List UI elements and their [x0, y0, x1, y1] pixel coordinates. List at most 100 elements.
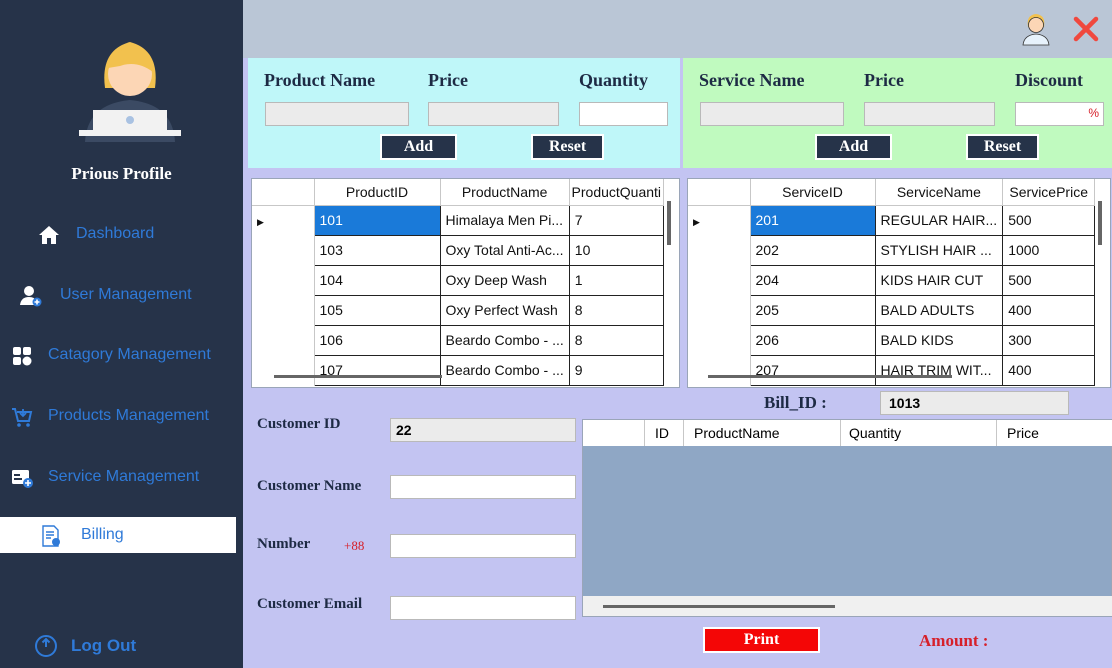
table-row[interactable]: 104 Oxy Deep Wash 1	[252, 264, 664, 296]
bill-id-field[interactable]: 1013	[880, 391, 1069, 415]
row-selector[interactable]	[252, 295, 315, 325]
table-row[interactable]: 204 KIDS HAIR CUT 500	[688, 264, 1096, 296]
row-selector[interactable]	[688, 295, 751, 325]
table-cell[interactable]: 104	[313, 264, 441, 296]
table-cell[interactable]: HAIR TRIM WIT...	[874, 354, 1004, 386]
table-cell[interactable]: Oxy Perfect Wash	[439, 294, 570, 326]
table-cell[interactable]: 300	[1002, 324, 1096, 356]
table-cell[interactable]: Beardo Combo - ...	[439, 354, 570, 386]
table-cell[interactable]: 204	[749, 264, 876, 296]
column-header[interactable]: Price	[997, 420, 1111, 446]
row-selector[interactable]	[688, 235, 751, 265]
table-cell[interactable]: 8	[568, 294, 664, 326]
table-row[interactable]: 106 Beardo Combo - ... 8	[252, 324, 664, 356]
column-header[interactable]: ID	[645, 420, 684, 446]
row-selector[interactable]	[252, 355, 315, 385]
column-header[interactable]: ServicePrice	[1002, 179, 1096, 206]
service-table[interactable]: ServiceID ServiceName ServicePrice ▶ 201…	[687, 178, 1111, 388]
table-cell[interactable]: KIDS HAIR CUT	[874, 264, 1004, 296]
customer-name-input[interactable]	[390, 475, 576, 499]
column-header[interactable]: ProductID	[314, 179, 441, 206]
product-add-button[interactable]: Add	[380, 134, 457, 160]
product-quantity-input[interactable]	[579, 102, 668, 126]
table-cell[interactable]: Himalaya Men Pi...	[439, 204, 570, 236]
row-selector[interactable]	[252, 325, 315, 355]
column-header[interactable]: ServiceName	[875, 179, 1004, 206]
logout-button[interactable]: Log Out	[33, 628, 136, 664]
table-cell[interactable]: STYLISH HAIR ...	[874, 234, 1004, 266]
sidebar-item-billing[interactable]: Billing	[0, 517, 236, 553]
table-row[interactable]: 207 HAIR TRIM WIT... 400	[688, 354, 1096, 386]
table-row[interactable]: 103 Oxy Total Anti-Ac... 10	[252, 234, 664, 266]
table-cell[interactable]: 10	[568, 234, 664, 266]
service-name-input[interactable]	[700, 102, 844, 126]
row-selector[interactable]	[688, 265, 751, 295]
sidebar-item-products-management[interactable]: Products Management	[0, 398, 243, 434]
table-cell[interactable]: 202	[749, 234, 876, 266]
sidebar-item-dashboard[interactable]: Dashboard	[0, 216, 243, 252]
table-cell[interactable]: 205	[749, 294, 876, 326]
row-selector[interactable]	[688, 355, 751, 385]
table-cell[interactable]: 103	[313, 234, 441, 266]
table-cell[interactable]: Beardo Combo - ...	[439, 324, 570, 356]
service-reset-button[interactable]: Reset	[966, 134, 1039, 160]
table-row[interactable]: ▶ 201 REGULAR HAIR... 500	[688, 204, 1096, 236]
bill-items-table[interactable]: ID ProductName Quantity Price	[582, 419, 1112, 617]
service-discount-input[interactable]: %	[1015, 102, 1104, 126]
customer-email-input[interactable]	[390, 596, 576, 620]
table-cell[interactable]: 105	[313, 294, 441, 326]
service-price-input[interactable]	[864, 102, 995, 126]
table-cell[interactable]: 500	[1002, 264, 1096, 296]
print-button[interactable]: Print	[703, 627, 820, 653]
table-cell[interactable]: 201	[749, 204, 876, 236]
column-header[interactable]: ProductName	[684, 420, 841, 446]
table-cell[interactable]: 207	[749, 354, 876, 386]
product-reset-button[interactable]: Reset	[531, 134, 604, 160]
horizontal-scrollbar[interactable]	[274, 375, 442, 378]
table-cell[interactable]: 400	[1002, 294, 1096, 326]
close-icon[interactable]	[1071, 14, 1101, 44]
row-selector[interactable]	[252, 265, 315, 295]
table-cell[interactable]: Oxy Total Anti-Ac...	[439, 234, 570, 266]
user-profile-icon[interactable]	[1021, 12, 1051, 46]
table-cell[interactable]: 9	[568, 354, 664, 386]
row-selector[interactable]	[688, 325, 751, 355]
table-cell[interactable]: 400	[1002, 354, 1096, 386]
column-header[interactable]: Quantity	[841, 420, 997, 446]
column-header[interactable]: ServiceID	[750, 179, 876, 206]
table-cell[interactable]: 500	[1002, 204, 1096, 236]
product-price-input[interactable]	[428, 102, 559, 126]
table-row[interactable]: 205 BALD ADULTS 400	[688, 294, 1096, 326]
sidebar-item-user-management[interactable]: User Management	[0, 277, 243, 313]
sidebar-item-category-management[interactable]: Catagory Management	[0, 337, 243, 373]
table-cell[interactable]: 8	[568, 324, 664, 356]
column-header[interactable]: ProductQuanti	[569, 179, 664, 206]
table-row[interactable]: 202 STYLISH HAIR ... 1000	[688, 234, 1096, 266]
table-cell[interactable]: 107	[313, 354, 441, 386]
table-cell[interactable]: 7	[568, 204, 664, 236]
row-selector[interactable]	[252, 235, 315, 265]
table-cell[interactable]: 1	[568, 264, 664, 296]
row-selector[interactable]: ▶	[252, 205, 315, 235]
column-header[interactable]: ProductName	[440, 179, 570, 206]
table-cell[interactable]: REGULAR HAIR...	[874, 204, 1004, 236]
table-cell[interactable]: Oxy Deep Wash	[439, 264, 570, 296]
table-cell[interactable]: 1000	[1002, 234, 1096, 266]
customer-id-field[interactable]: 22	[390, 418, 576, 442]
number-input[interactable]	[390, 534, 576, 558]
product-table[interactable]: ProductID ProductName ProductQuanti ▶ 10…	[251, 178, 680, 388]
product-name-input[interactable]	[265, 102, 409, 126]
horizontal-scrollbar[interactable]	[708, 375, 952, 378]
table-cell[interactable]: 101	[313, 204, 441, 236]
table-row[interactable]: 107 Beardo Combo - ... 9	[252, 354, 664, 386]
horizontal-scrollbar[interactable]	[603, 605, 835, 608]
service-add-button[interactable]: Add	[815, 134, 892, 160]
table-cell[interactable]: BALD ADULTS	[874, 294, 1004, 326]
table-cell[interactable]: 206	[749, 324, 876, 356]
table-row[interactable]: 206 BALD KIDS 300	[688, 324, 1096, 356]
vertical-scrollbar[interactable]	[667, 201, 671, 245]
row-selector[interactable]: ▶	[688, 205, 751, 235]
table-row[interactable]: ▶ 101 Himalaya Men Pi... 7	[252, 204, 664, 236]
table-cell[interactable]: BALD KIDS	[874, 324, 1004, 356]
sidebar-item-service-management[interactable]: Service Management	[0, 459, 243, 495]
